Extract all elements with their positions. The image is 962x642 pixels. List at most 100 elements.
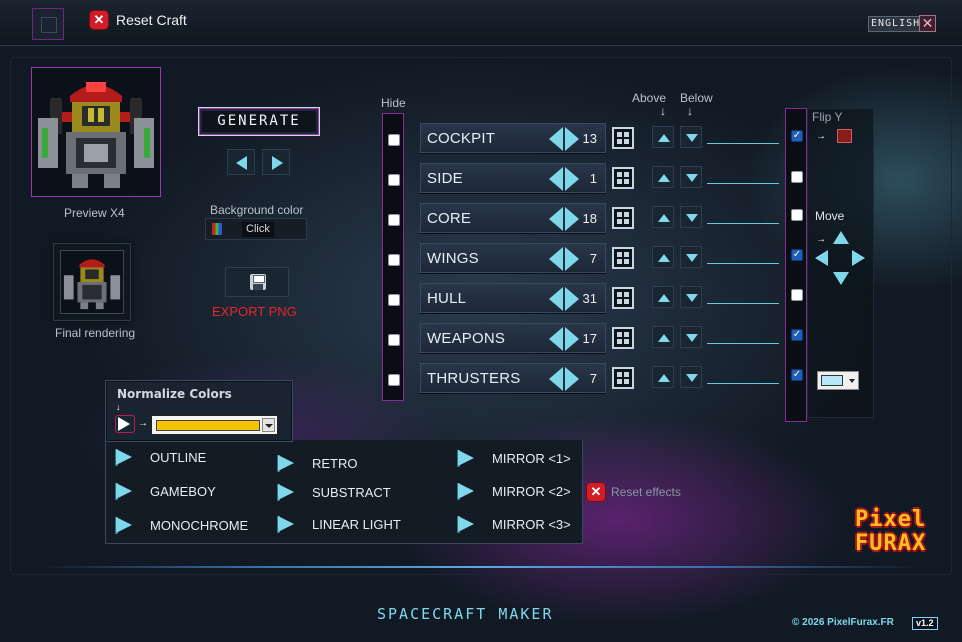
part-row-wings: WINGS 7 (420, 243, 606, 273)
color-picker-dropdown[interactable] (817, 371, 859, 390)
effect-linear-light[interactable]: LINEAR LIGHT (277, 516, 401, 533)
layer-down-button[interactable] (680, 126, 702, 148)
layer-up-button[interactable] (652, 246, 674, 268)
layer-down-button[interactable] (680, 326, 702, 348)
export-png-label[interactable]: EXPORT PNG (212, 304, 297, 319)
arrow-right-icon[interactable] (565, 207, 579, 231)
language-button[interactable]: ENGLISH (868, 16, 924, 32)
effect-mirror-3[interactable]: MIRROR <3> (457, 516, 571, 533)
part-selector[interactable] (549, 327, 579, 351)
flip-checkbox-hull[interactable] (791, 289, 803, 301)
effect-label: MIRROR <1> (492, 451, 571, 466)
arrow-right-icon[interactable] (565, 247, 579, 271)
arrow-left-icon[interactable] (549, 207, 563, 231)
effect-retro[interactable]: RETRO (277, 455, 358, 472)
hide-checkbox-cockpit[interactable] (388, 134, 400, 146)
hide-checkbox-hull[interactable] (388, 294, 400, 306)
flip-y-button[interactable] (837, 129, 852, 143)
arrow-left-icon[interactable] (549, 247, 563, 271)
move-up-button[interactable] (833, 231, 849, 244)
final-rendering-label: Final rendering (55, 326, 136, 340)
hide-checkbox-weapons[interactable] (388, 334, 400, 346)
effect-monochrome[interactable]: MONOCHROME (115, 517, 248, 534)
arrow-right-icon[interactable] (565, 367, 579, 391)
close-icon[interactable]: ✕ (919, 15, 936, 32)
layer-up-button[interactable] (652, 206, 674, 228)
part-layer-field[interactable] (707, 223, 779, 224)
hide-checkbox-side[interactable] (388, 174, 400, 186)
preview-label: Preview X4 (64, 206, 125, 220)
part-layer-field[interactable] (707, 183, 779, 184)
move-right-button[interactable] (852, 250, 865, 266)
arrow-left-icon[interactable] (549, 167, 563, 191)
part-selector[interactable] (549, 127, 579, 151)
part-layer-field[interactable] (707, 143, 779, 144)
layer-up-button[interactable] (652, 166, 674, 188)
randomize-dice-button[interactable] (612, 207, 634, 229)
reset-effects-button[interactable]: ✕ Reset effects (587, 483, 681, 501)
arrow-right-icon[interactable] (565, 127, 579, 151)
export-png-button[interactable] (225, 267, 289, 297)
part-selector[interactable] (549, 167, 579, 191)
arrow-right-icon[interactable] (565, 327, 579, 351)
part-selector[interactable] (549, 367, 579, 391)
normalize-color-select[interactable] (151, 415, 278, 435)
randomize-dice-button[interactable] (612, 367, 634, 389)
flip-checkbox-weapons[interactable]: ✓ (791, 329, 803, 341)
hide-checkbox-wings[interactable] (388, 254, 400, 266)
effect-substract[interactable]: SUBSTRACT (277, 484, 391, 501)
generate-button[interactable]: GENERATE (199, 108, 319, 135)
layer-up-button[interactable] (652, 126, 674, 148)
arrow-right-icon: → (138, 418, 148, 429)
flip-checkbox-core[interactable] (791, 209, 803, 221)
arrow-left-icon[interactable] (549, 127, 563, 151)
layer-down-button[interactable] (680, 206, 702, 228)
part-selector[interactable] (549, 287, 579, 311)
layer-down-button[interactable] (680, 286, 702, 308)
effect-label: GAMEBOY (150, 484, 216, 499)
layer-down-button[interactable] (680, 366, 702, 388)
layer-up-button[interactable] (652, 366, 674, 388)
effect-gameboy[interactable]: GAMEBOY (115, 483, 216, 500)
move-left-button[interactable] (815, 250, 828, 266)
normalize-apply-button[interactable] (115, 415, 135, 433)
arrow-left-icon[interactable] (549, 367, 563, 391)
reset-craft-button[interactable]: ✕ Reset Craft (90, 11, 187, 29)
previous-button[interactable] (227, 149, 255, 175)
arrow-left-icon[interactable] (549, 327, 563, 351)
layer-up-button[interactable] (652, 326, 674, 348)
effect-mirror-1[interactable]: MIRROR <1> (457, 450, 571, 467)
divider (40, 566, 920, 568)
randomize-dice-button[interactable] (612, 247, 634, 269)
flip-checkbox-cockpit[interactable]: ✓ (791, 130, 803, 142)
effect-mirror-2[interactable]: MIRROR <2> (457, 483, 571, 500)
randomize-dice-button[interactable] (612, 327, 634, 349)
arrow-right-icon[interactable] (565, 167, 579, 191)
part-selector[interactable] (549, 207, 579, 231)
arrow-right-icon[interactable] (565, 287, 579, 311)
reset-craft-label: Reset Craft (116, 12, 187, 28)
flip-checkbox-side[interactable] (791, 171, 803, 183)
play-icon (277, 455, 294, 472)
flip-checkbox-thrusters[interactable]: ✓ (791, 369, 803, 381)
arrow-left-icon[interactable] (549, 287, 563, 311)
randomize-dice-button[interactable] (612, 127, 634, 149)
randomize-dice-button[interactable] (612, 287, 634, 309)
layer-up-button[interactable] (652, 286, 674, 308)
layer-down-button[interactable] (680, 166, 702, 188)
part-layer-field[interactable] (707, 303, 779, 304)
move-down-button[interactable] (833, 272, 849, 285)
hide-checkbox-thrusters[interactable] (388, 374, 400, 386)
part-layer-field[interactable] (707, 263, 779, 264)
part-selector[interactable] (549, 247, 579, 271)
next-button[interactable] (262, 149, 290, 175)
randomize-dice-button[interactable] (612, 167, 634, 189)
layer-down-button[interactable] (680, 246, 702, 268)
flip-checkbox-wings[interactable]: ✓ (791, 249, 803, 261)
effect-outline[interactable]: OUTLINE (115, 449, 206, 466)
part-layer-field[interactable] (707, 343, 779, 344)
hide-checkbox-core[interactable] (388, 214, 400, 226)
arrow-right-icon: → (816, 131, 826, 142)
background-color-button[interactable]: Click (205, 218, 307, 240)
part-layer-field[interactable] (707, 383, 779, 384)
